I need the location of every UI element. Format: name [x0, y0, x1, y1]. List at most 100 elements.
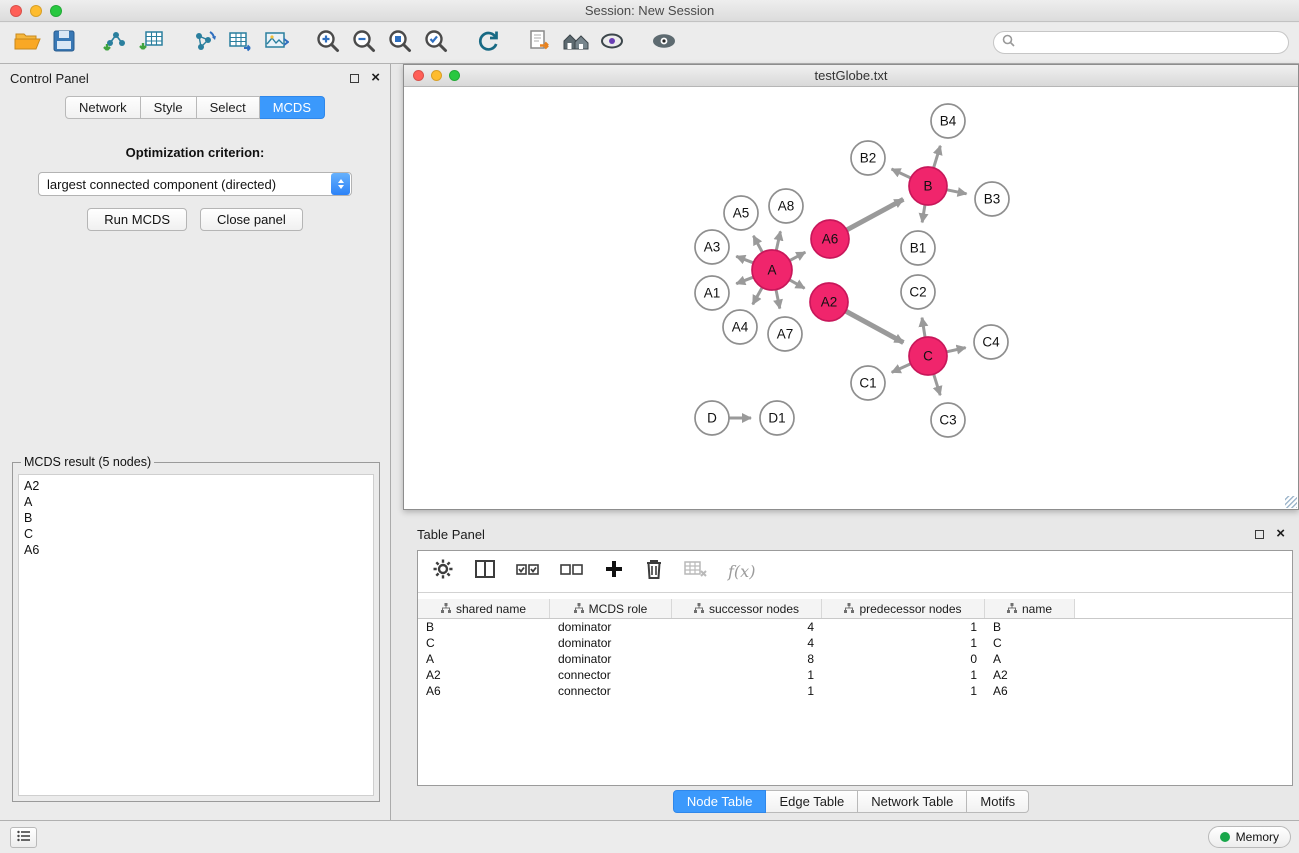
close-network-button[interactable] [413, 70, 424, 81]
column-header[interactable]: predecessor nodes [822, 599, 985, 618]
tab-motifs[interactable]: Motifs [967, 790, 1029, 813]
delete-table-button[interactable] [684, 555, 708, 589]
graph-edge[interactable] [946, 348, 966, 352]
add-column-button[interactable] [604, 555, 624, 589]
search-input[interactable] [1020, 35, 1280, 50]
tab-network-table[interactable]: Network Table [858, 790, 967, 813]
graph-node-C[interactable]: C [909, 337, 947, 375]
criterion-select[interactable]: largest connected component (directed) [38, 172, 352, 196]
graph-node-B1[interactable]: B1 [901, 231, 935, 265]
graph-node-D[interactable]: D [695, 401, 729, 435]
graph-edge[interactable] [933, 146, 940, 169]
network-window-titlebar[interactable]: testGlobe.txt [404, 65, 1298, 87]
graph-node-A6[interactable]: A6 [811, 220, 849, 258]
graph-edge[interactable] [946, 190, 967, 194]
graph-edge[interactable] [846, 199, 904, 230]
export-network-button[interactable] [186, 26, 222, 60]
zoom-out-button[interactable] [346, 26, 382, 60]
graph-edge[interactable] [753, 236, 763, 253]
graph-node-B4[interactable]: B4 [931, 104, 965, 138]
zoom-window-button[interactable] [50, 5, 62, 17]
graph-node-C2[interactable]: C2 [901, 275, 935, 309]
table-settings-button[interactable] [432, 555, 454, 589]
zoom-fit-button[interactable] [382, 26, 418, 60]
result-item[interactable]: C [24, 526, 368, 542]
open-session-button[interactable] [10, 26, 46, 60]
run-mcds-button[interactable]: Run MCDS [87, 208, 187, 231]
result-item[interactable]: B [24, 510, 368, 526]
column-header[interactable]: shared name [418, 599, 550, 618]
graph-edge[interactable] [845, 311, 904, 343]
memory-button[interactable]: Memory [1208, 826, 1291, 848]
tab-mcds[interactable]: MCDS [260, 96, 325, 119]
graph-edge[interactable] [776, 289, 780, 309]
mcds-result-list[interactable]: A2ABCA6 [18, 474, 374, 796]
search-box[interactable] [993, 31, 1289, 54]
export-document-button[interactable] [522, 26, 558, 60]
graph-node-A3[interactable]: A3 [695, 230, 729, 264]
float-panel-icon[interactable] [350, 74, 359, 83]
export-image-button[interactable] [258, 26, 294, 60]
graph-edge[interactable] [736, 256, 754, 263]
graph-node-A[interactable]: A [752, 250, 792, 290]
graph-edge[interactable] [892, 169, 912, 178]
graph-node-B3[interactable]: B3 [975, 182, 1009, 216]
tab-style[interactable]: Style [141, 96, 197, 119]
graphics-details-button[interactable] [558, 26, 594, 60]
graph-node-A5[interactable]: A5 [724, 196, 758, 230]
show-columns-button[interactable] [474, 555, 496, 589]
apply-layout-button[interactable] [470, 26, 506, 60]
column-header[interactable]: name [985, 599, 1075, 618]
function-builder-button[interactable]: f(x) [728, 562, 755, 581]
network-graph[interactable]: B4B2BB3A8A5A6A3B1AC2A1A2A4A7C4CC1C3DD1 [404, 87, 1298, 509]
table-row[interactable]: Adominator80A [418, 651, 1292, 667]
resize-grip[interactable] [1285, 496, 1297, 508]
graph-node-A2[interactable]: A2 [810, 283, 848, 321]
graph-node-D1[interactable]: D1 [760, 401, 794, 435]
show-hide-button[interactable] [646, 26, 682, 60]
network-canvas[interactable]: B4B2BB3A8A5A6A3B1AC2A1A2A4A7C4CC1C3DD1 [404, 87, 1298, 509]
table-row[interactable]: Bdominator41B [418, 619, 1292, 635]
graph-edge[interactable] [922, 204, 925, 223]
zoom-network-button[interactable] [449, 70, 460, 81]
zoom-in-button[interactable] [310, 26, 346, 60]
task-history-button[interactable] [10, 827, 37, 848]
tab-select[interactable]: Select [197, 96, 260, 119]
tab-network[interactable]: Network [65, 96, 141, 119]
graph-node-A4[interactable]: A4 [723, 310, 757, 344]
close-table-panel-icon[interactable]: × [1276, 529, 1285, 539]
close-panel-icon[interactable]: × [371, 73, 380, 83]
result-item[interactable]: A2 [24, 478, 368, 494]
graph-edge[interactable] [789, 279, 805, 288]
close-window-button[interactable] [10, 5, 22, 17]
close-panel-button[interactable]: Close panel [200, 208, 303, 231]
column-header[interactable]: successor nodes [672, 599, 822, 618]
float-table-panel-icon[interactable] [1255, 530, 1264, 539]
minimize-network-button[interactable] [431, 70, 442, 81]
graph-edge[interactable] [892, 363, 912, 372]
deselect-all-button[interactable] [560, 555, 584, 589]
graph-edge[interactable] [776, 231, 780, 251]
graph-node-C3[interactable]: C3 [931, 403, 965, 437]
graph-node-A7[interactable]: A7 [768, 317, 802, 351]
import-network-button[interactable] [98, 26, 134, 60]
graph-node-B[interactable]: B [909, 167, 947, 205]
graph-node-C1[interactable]: C1 [851, 366, 885, 400]
result-item[interactable]: A6 [24, 542, 368, 558]
graph-edge[interactable] [922, 318, 925, 339]
table-row[interactable]: A6connector11A6 [418, 683, 1292, 699]
graph-edge[interactable] [753, 287, 763, 305]
delete-column-button[interactable] [644, 555, 664, 589]
graph-node-B2[interactable]: B2 [851, 141, 885, 175]
column-header[interactable]: MCDS role [550, 599, 672, 618]
table-row[interactable]: Cdominator41C [418, 635, 1292, 651]
minimize-window-button[interactable] [30, 5, 42, 17]
export-table-button[interactable] [222, 26, 258, 60]
select-all-button[interactable] [516, 555, 540, 589]
graph-edge[interactable] [736, 277, 754, 284]
result-item[interactable]: A [24, 494, 368, 510]
tab-node-table[interactable]: Node Table [673, 790, 767, 813]
graph-edge[interactable] [789, 252, 806, 261]
graph-node-A1[interactable]: A1 [695, 276, 729, 310]
tab-edge-table[interactable]: Edge Table [766, 790, 858, 813]
